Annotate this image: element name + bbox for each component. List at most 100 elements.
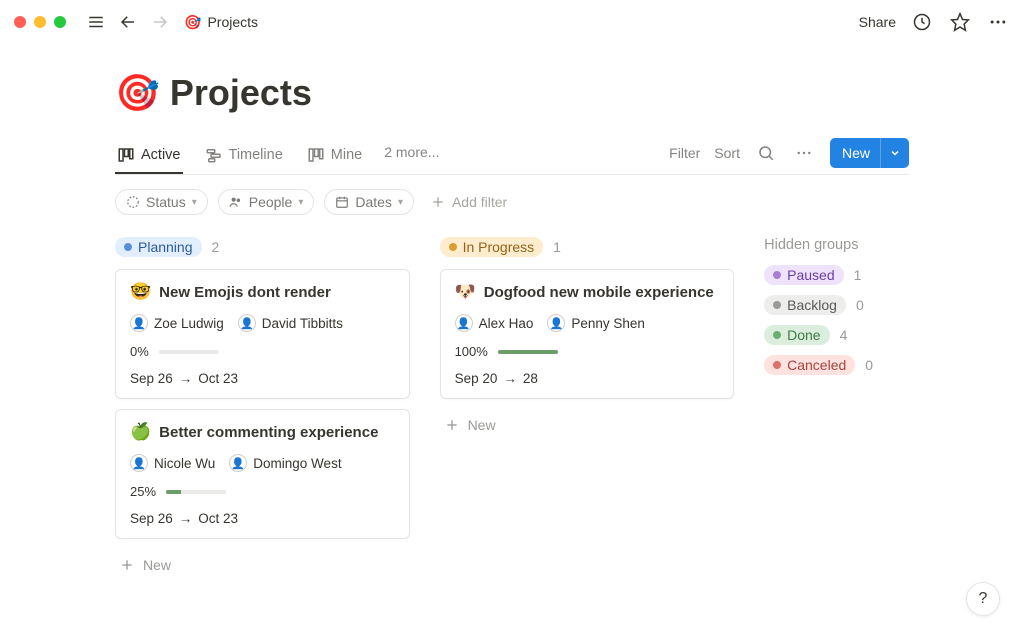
share-button[interactable]: Share xyxy=(859,14,896,30)
filter-people[interactable]: People ▾ xyxy=(218,189,315,215)
view-tabs: Active Timeline Mine 2 more... Filter So… xyxy=(115,138,909,175)
hidden-group-item[interactable]: Paused1 xyxy=(764,265,909,285)
add-card-label: New xyxy=(468,417,496,433)
card-dates: Sep 20→28 xyxy=(455,371,720,386)
more-options-icon[interactable] xyxy=(792,141,816,165)
status-tag: Paused xyxy=(764,265,843,285)
more-tabs-button[interactable]: 2 more... xyxy=(384,144,439,168)
sort-button[interactable]: Sort xyxy=(714,145,740,161)
arrow-right-icon: → xyxy=(503,371,517,386)
chip-label: People xyxy=(249,194,293,210)
board-column: In Progress 1 🐶Dogfood new mobile experien… xyxy=(440,237,735,579)
chevron-down-icon: ▾ xyxy=(398,197,403,208)
card-title: Better commenting experience xyxy=(159,424,378,441)
status-tag[interactable]: In Progress xyxy=(440,237,544,257)
add-card-button[interactable]: New xyxy=(115,551,410,579)
add-card-label: New xyxy=(143,557,171,573)
page-icon[interactable]: 🎯 xyxy=(115,72,160,114)
breadcrumb[interactable]: 🎯 Projects xyxy=(184,14,258,31)
group-count: 4 xyxy=(840,327,848,343)
tab-label: Mine xyxy=(331,147,362,163)
add-filter-label: Add filter xyxy=(452,194,507,210)
status-dot-icon xyxy=(449,243,457,251)
clock-icon[interactable] xyxy=(910,10,934,34)
people-icon xyxy=(229,195,243,209)
card-dates: Sep 26→Oct 23 xyxy=(130,511,395,526)
page-content: 🎯 Projects Active Timeline Mine 2 more..… xyxy=(0,44,1024,579)
avatar: 👤 xyxy=(455,314,473,332)
hidden-group-item[interactable]: Done4 xyxy=(764,325,909,345)
hidden-group-item[interactable]: Backlog0 xyxy=(764,295,909,315)
tab-active[interactable]: Active xyxy=(115,140,183,174)
status-label: In Progress xyxy=(463,239,535,255)
avatar: 👤 xyxy=(547,314,565,332)
column-header[interactable]: Planning2 xyxy=(115,237,410,257)
page-title[interactable]: Projects xyxy=(170,72,312,114)
avatar: 👤 xyxy=(130,454,148,472)
date-to: 28 xyxy=(523,371,538,386)
forward-button[interactable] xyxy=(148,10,172,34)
tab-label: Timeline xyxy=(229,147,283,163)
filter-status[interactable]: Status ▾ xyxy=(115,189,208,215)
plus-icon xyxy=(444,417,460,433)
plus-icon xyxy=(119,557,135,573)
person-name: Domingo West xyxy=(253,456,341,471)
progress-bar xyxy=(498,350,558,354)
tab-timeline[interactable]: Timeline xyxy=(203,140,285,172)
calendar-icon xyxy=(335,195,349,209)
card-dates: Sep 26→Oct 23 xyxy=(130,371,395,386)
tab-mine[interactable]: Mine xyxy=(305,140,364,172)
status-label: Backlog xyxy=(787,297,837,313)
board-card[interactable]: 🤓New Emojis dont render👤Zoe Ludwig👤David… xyxy=(115,269,410,399)
close-window-button[interactable] xyxy=(14,16,26,28)
arrow-right-icon: → xyxy=(179,371,193,386)
status-dot-icon xyxy=(124,243,132,251)
status-icon xyxy=(126,195,140,209)
new-button[interactable]: New xyxy=(830,138,909,168)
status-tag: Backlog xyxy=(764,295,846,315)
progress-label: 25% xyxy=(130,484,156,499)
plus-icon xyxy=(430,194,446,210)
card-title-row: 🐶Dogfood new mobile experience xyxy=(455,282,720,302)
status-dot-icon xyxy=(773,271,781,279)
tabs-actions: Filter Sort New xyxy=(669,138,909,174)
card-title: New Emojis dont render xyxy=(159,284,331,301)
window-controls xyxy=(14,16,66,28)
add-filter-button[interactable]: Add filter xyxy=(430,194,507,210)
back-button[interactable] xyxy=(116,10,140,34)
person-name: Nicole Wu xyxy=(154,456,215,471)
hidden-groups-title: Hidden groups xyxy=(764,237,909,253)
card-emoji-icon: 🐶 xyxy=(455,282,476,302)
card-progress: 100% xyxy=(455,344,720,359)
board-card[interactable]: 🐶Dogfood new mobile experience👤Alex Hao👤… xyxy=(440,269,735,399)
search-icon[interactable] xyxy=(754,141,778,165)
filter-chips: Status ▾ People ▾ Dates ▾ Add filter xyxy=(115,189,909,215)
status-dot-icon xyxy=(773,331,781,339)
status-label: Canceled xyxy=(787,357,846,373)
star-icon[interactable] xyxy=(948,10,972,34)
more-icon[interactable] xyxy=(986,10,1010,34)
menu-icon[interactable] xyxy=(84,10,108,34)
card-emoji-icon: 🍏 xyxy=(130,422,151,442)
board-card[interactable]: 🍏Better commenting experience👤Nicole Wu👤… xyxy=(115,409,410,539)
minimize-window-button[interactable] xyxy=(34,16,46,28)
help-button[interactable]: ? xyxy=(966,582,1000,616)
column-header[interactable]: In Progress 1 xyxy=(440,237,735,257)
filter-button[interactable]: Filter xyxy=(669,145,700,161)
person-name: David Tibbitts xyxy=(262,316,343,331)
chip-label: Dates xyxy=(355,194,392,210)
hidden-group-item[interactable]: Canceled 0 xyxy=(764,355,909,375)
filter-dates[interactable]: Dates ▾ xyxy=(324,189,414,215)
topbar: 🎯 Projects Share xyxy=(0,0,1024,44)
card-people: 👤Zoe Ludwig👤David Tibbitts xyxy=(130,314,395,332)
progress-bar xyxy=(166,490,226,494)
group-count: 0 xyxy=(865,357,873,373)
card-people: 👤Nicole Wu👤Domingo West xyxy=(130,454,395,472)
date-from: Sep 26 xyxy=(130,511,173,526)
chevron-down-icon[interactable] xyxy=(880,138,909,168)
status-tag: Canceled xyxy=(764,355,855,375)
column-count: 1 xyxy=(553,239,561,255)
maximize-window-button[interactable] xyxy=(54,16,66,28)
add-card-button[interactable]: New xyxy=(440,411,735,439)
status-tag[interactable]: Planning xyxy=(115,237,202,257)
